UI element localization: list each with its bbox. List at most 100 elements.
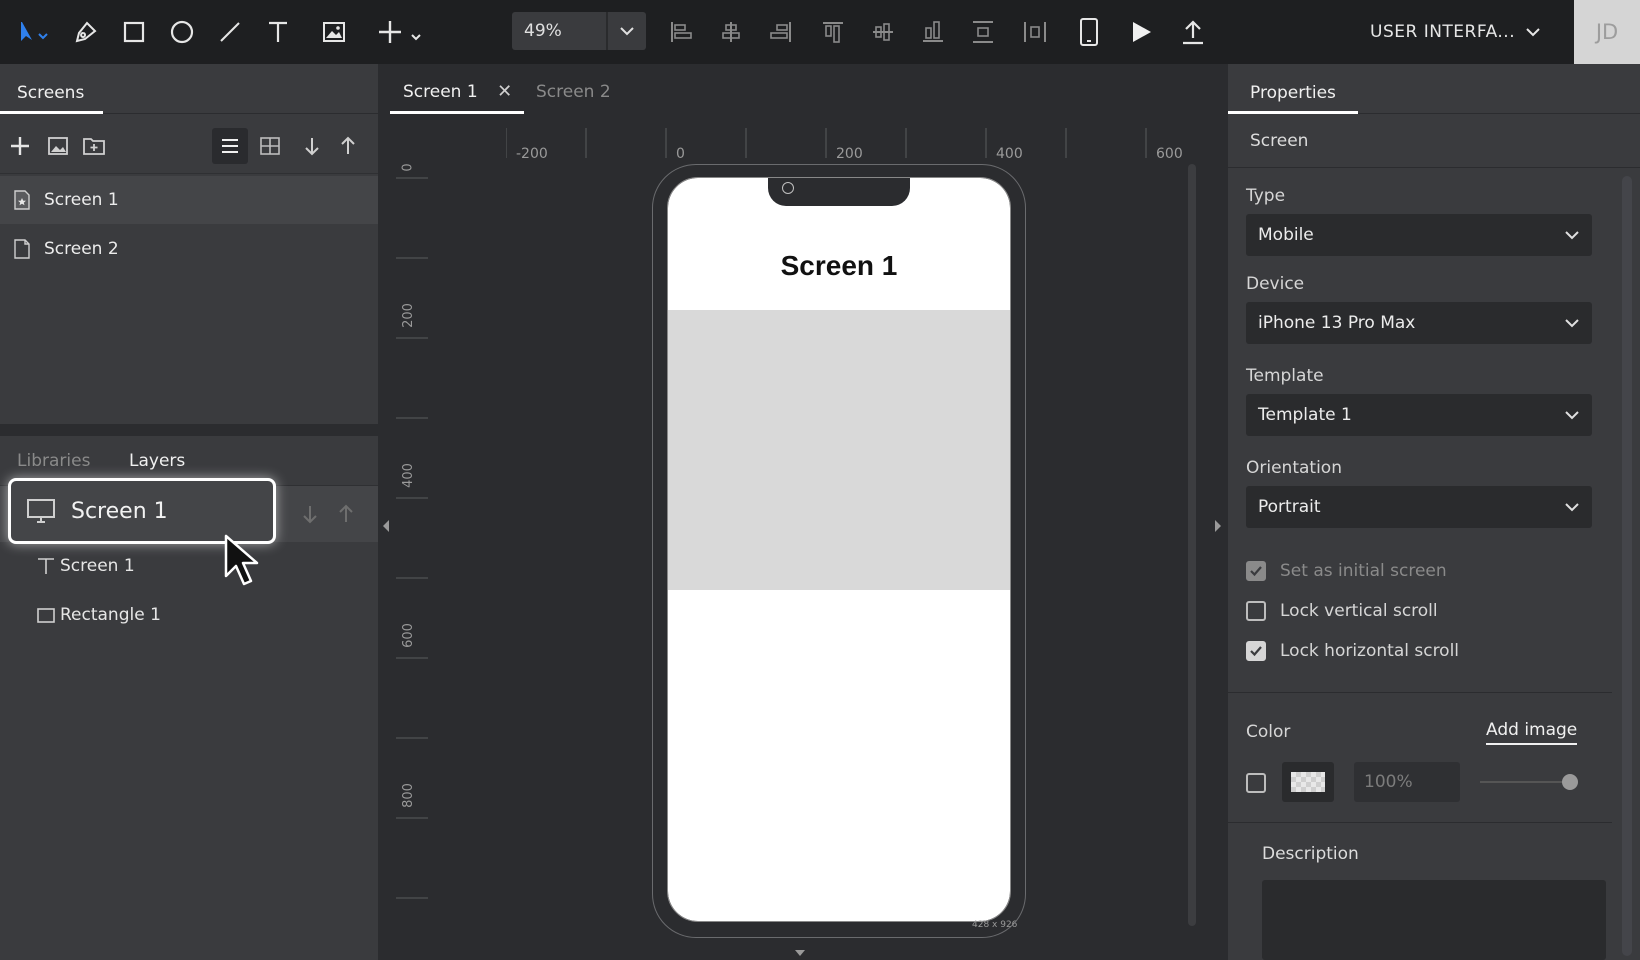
collapse-left-icon[interactable]: [380, 516, 392, 536]
align-top-icon[interactable]: [818, 12, 848, 52]
play-icon[interactable]: [1126, 12, 1156, 52]
screen-name: Screen 1: [44, 190, 119, 210]
artboard-screen[interactable]: Screen 1: [667, 177, 1011, 922]
tab-screens[interactable]: Screens: [0, 64, 103, 114]
checkbox-icon: [1246, 773, 1266, 793]
artboard-rectangle[interactable]: [668, 310, 1010, 590]
align-left-icon[interactable]: [666, 12, 696, 52]
chevron-down-icon: [1565, 231, 1579, 240]
device-label: Device: [1246, 274, 1305, 294]
close-icon[interactable]: ✕: [497, 81, 512, 102]
add-tool-button[interactable]: [374, 12, 432, 52]
properties-scrollbar[interactable]: [1622, 176, 1632, 956]
canvas-scrollbar[interactable]: [1188, 164, 1196, 926]
ruler-label: 600: [400, 623, 416, 648]
opacity-slider-handle[interactable]: [1562, 774, 1578, 790]
type-value: Mobile: [1258, 225, 1314, 245]
top-toolbar: 49% USER INTERFA... JD: [0, 0, 1640, 64]
artboard-title-text[interactable]: Screen 1: [668, 250, 1010, 282]
avatar[interactable]: JD: [1574, 0, 1640, 64]
ruler-label: 600: [1156, 146, 1183, 162]
add-screen-icon[interactable]: [6, 132, 34, 160]
color-enable-checkbox[interactable]: [1246, 770, 1280, 796]
tab-label: Screen 1: [403, 82, 478, 102]
orientation-label: Orientation: [1246, 458, 1342, 478]
select-tool-button[interactable]: [10, 12, 56, 52]
add-image-link[interactable]: Add image: [1486, 720, 1578, 745]
line-tool-button[interactable]: [212, 12, 248, 52]
screen-name: Screen 2: [44, 239, 119, 259]
divider: [1228, 692, 1612, 693]
camera-icon: [782, 182, 794, 194]
move-up-icon[interactable]: [332, 500, 360, 528]
opacity-input[interactable]: 100%: [1354, 762, 1460, 802]
align-right-icon[interactable]: [766, 12, 796, 52]
align-center-horizontal-icon[interactable]: [716, 12, 746, 52]
layer-root-label: Screen 1: [71, 498, 168, 524]
starred-page-icon: [0, 190, 44, 210]
project-name: USER INTERFA...: [1370, 22, 1516, 42]
image-tool-button[interactable]: [316, 12, 352, 52]
rectangle-icon: [123, 21, 145, 43]
rectangle-tool-button[interactable]: [116, 12, 152, 52]
checkbox-checked-icon: [1246, 561, 1266, 581]
add-folder-icon[interactable]: [80, 132, 108, 160]
screen-list-item[interactable]: Screen 2: [0, 225, 378, 273]
tab-screen-2[interactable]: Screen 2: [536, 64, 611, 114]
collapse-bottom-icon[interactable]: [792, 948, 808, 958]
move-down-icon[interactable]: [296, 500, 324, 528]
screen-list-item[interactable]: Screen 1: [0, 176, 378, 224]
lock-vertical-scroll-checkbox[interactable]: Lock vertical scroll: [1246, 598, 1438, 624]
properties-tabs: Properties: [1228, 64, 1640, 114]
chevron-down-icon[interactable]: [608, 12, 646, 50]
device-select[interactable]: iPhone 13 Pro Max: [1246, 302, 1592, 344]
layer-item[interactable]: Screen 1: [0, 542, 378, 590]
list-view-icon[interactable]: [212, 128, 248, 164]
initial-screen-checkbox[interactable]: Set as initial screen: [1246, 558, 1447, 584]
mouse-pointer-icon: [224, 534, 259, 586]
add-image-screen-icon[interactable]: [44, 132, 72, 160]
tab-screen-1[interactable]: Screen 1 ✕: [390, 64, 525, 114]
layer-label: Screen 1: [60, 556, 135, 576]
canvas-area[interactable]: Screen 1 ✕ Screen 2 -200 0 200 400 600 0…: [378, 64, 1226, 960]
panel-divider[interactable]: [0, 424, 378, 436]
ellipse-tool-button[interactable]: [164, 12, 200, 52]
grid-view-icon[interactable]: [256, 132, 284, 160]
move-down-icon[interactable]: [298, 132, 326, 160]
rectangle-icon: [0, 605, 60, 625]
move-up-icon[interactable]: [334, 132, 362, 160]
plus-icon: [379, 21, 421, 43]
orientation-select[interactable]: Portrait: [1246, 486, 1592, 528]
type-label: Type: [1246, 186, 1286, 206]
text-tool-button[interactable]: [260, 12, 296, 52]
ruler-label: 0: [676, 146, 685, 162]
ruler-label: 400: [400, 463, 416, 488]
layer-item[interactable]: Rectangle 1: [0, 591, 378, 639]
pen-tool-button[interactable]: [68, 12, 104, 52]
ruler-label: 200: [400, 303, 416, 328]
align-middle-vertical-icon[interactable]: [868, 12, 898, 52]
opacity-slider-track[interactable]: [1480, 781, 1568, 783]
collapse-right-icon[interactable]: [1212, 516, 1224, 536]
export-upload-icon[interactable]: [1178, 12, 1208, 52]
distribute-vertical-icon[interactable]: [968, 12, 998, 52]
screens-panel-tabs: Screens: [0, 64, 378, 114]
template-select[interactable]: Template 1: [1246, 394, 1592, 436]
description-textarea[interactable]: [1262, 880, 1606, 960]
artboard-dimensions: 428 x 926: [972, 920, 1018, 930]
project-menu[interactable]: USER INTERFA...: [1370, 16, 1541, 48]
template-label: Template: [1246, 366, 1324, 386]
type-select[interactable]: Mobile: [1246, 214, 1592, 256]
divider: [1228, 822, 1612, 823]
text-icon: [0, 556, 60, 576]
align-bottom-icon[interactable]: [918, 12, 948, 52]
checkbox-label: Lock vertical scroll: [1280, 601, 1438, 621]
checkbox-label: Set as initial screen: [1280, 561, 1447, 581]
lock-horizontal-scroll-checkbox[interactable]: Lock horizontal scroll: [1246, 638, 1459, 664]
zoom-value[interactable]: 49%: [512, 12, 608, 50]
color-swatch[interactable]: [1282, 762, 1334, 802]
zoom-control[interactable]: 49%: [512, 12, 646, 50]
distribute-horizontal-icon[interactable]: [1020, 12, 1050, 52]
tab-properties[interactable]: Properties: [1228, 64, 1358, 114]
device-preview-icon[interactable]: [1074, 12, 1104, 52]
